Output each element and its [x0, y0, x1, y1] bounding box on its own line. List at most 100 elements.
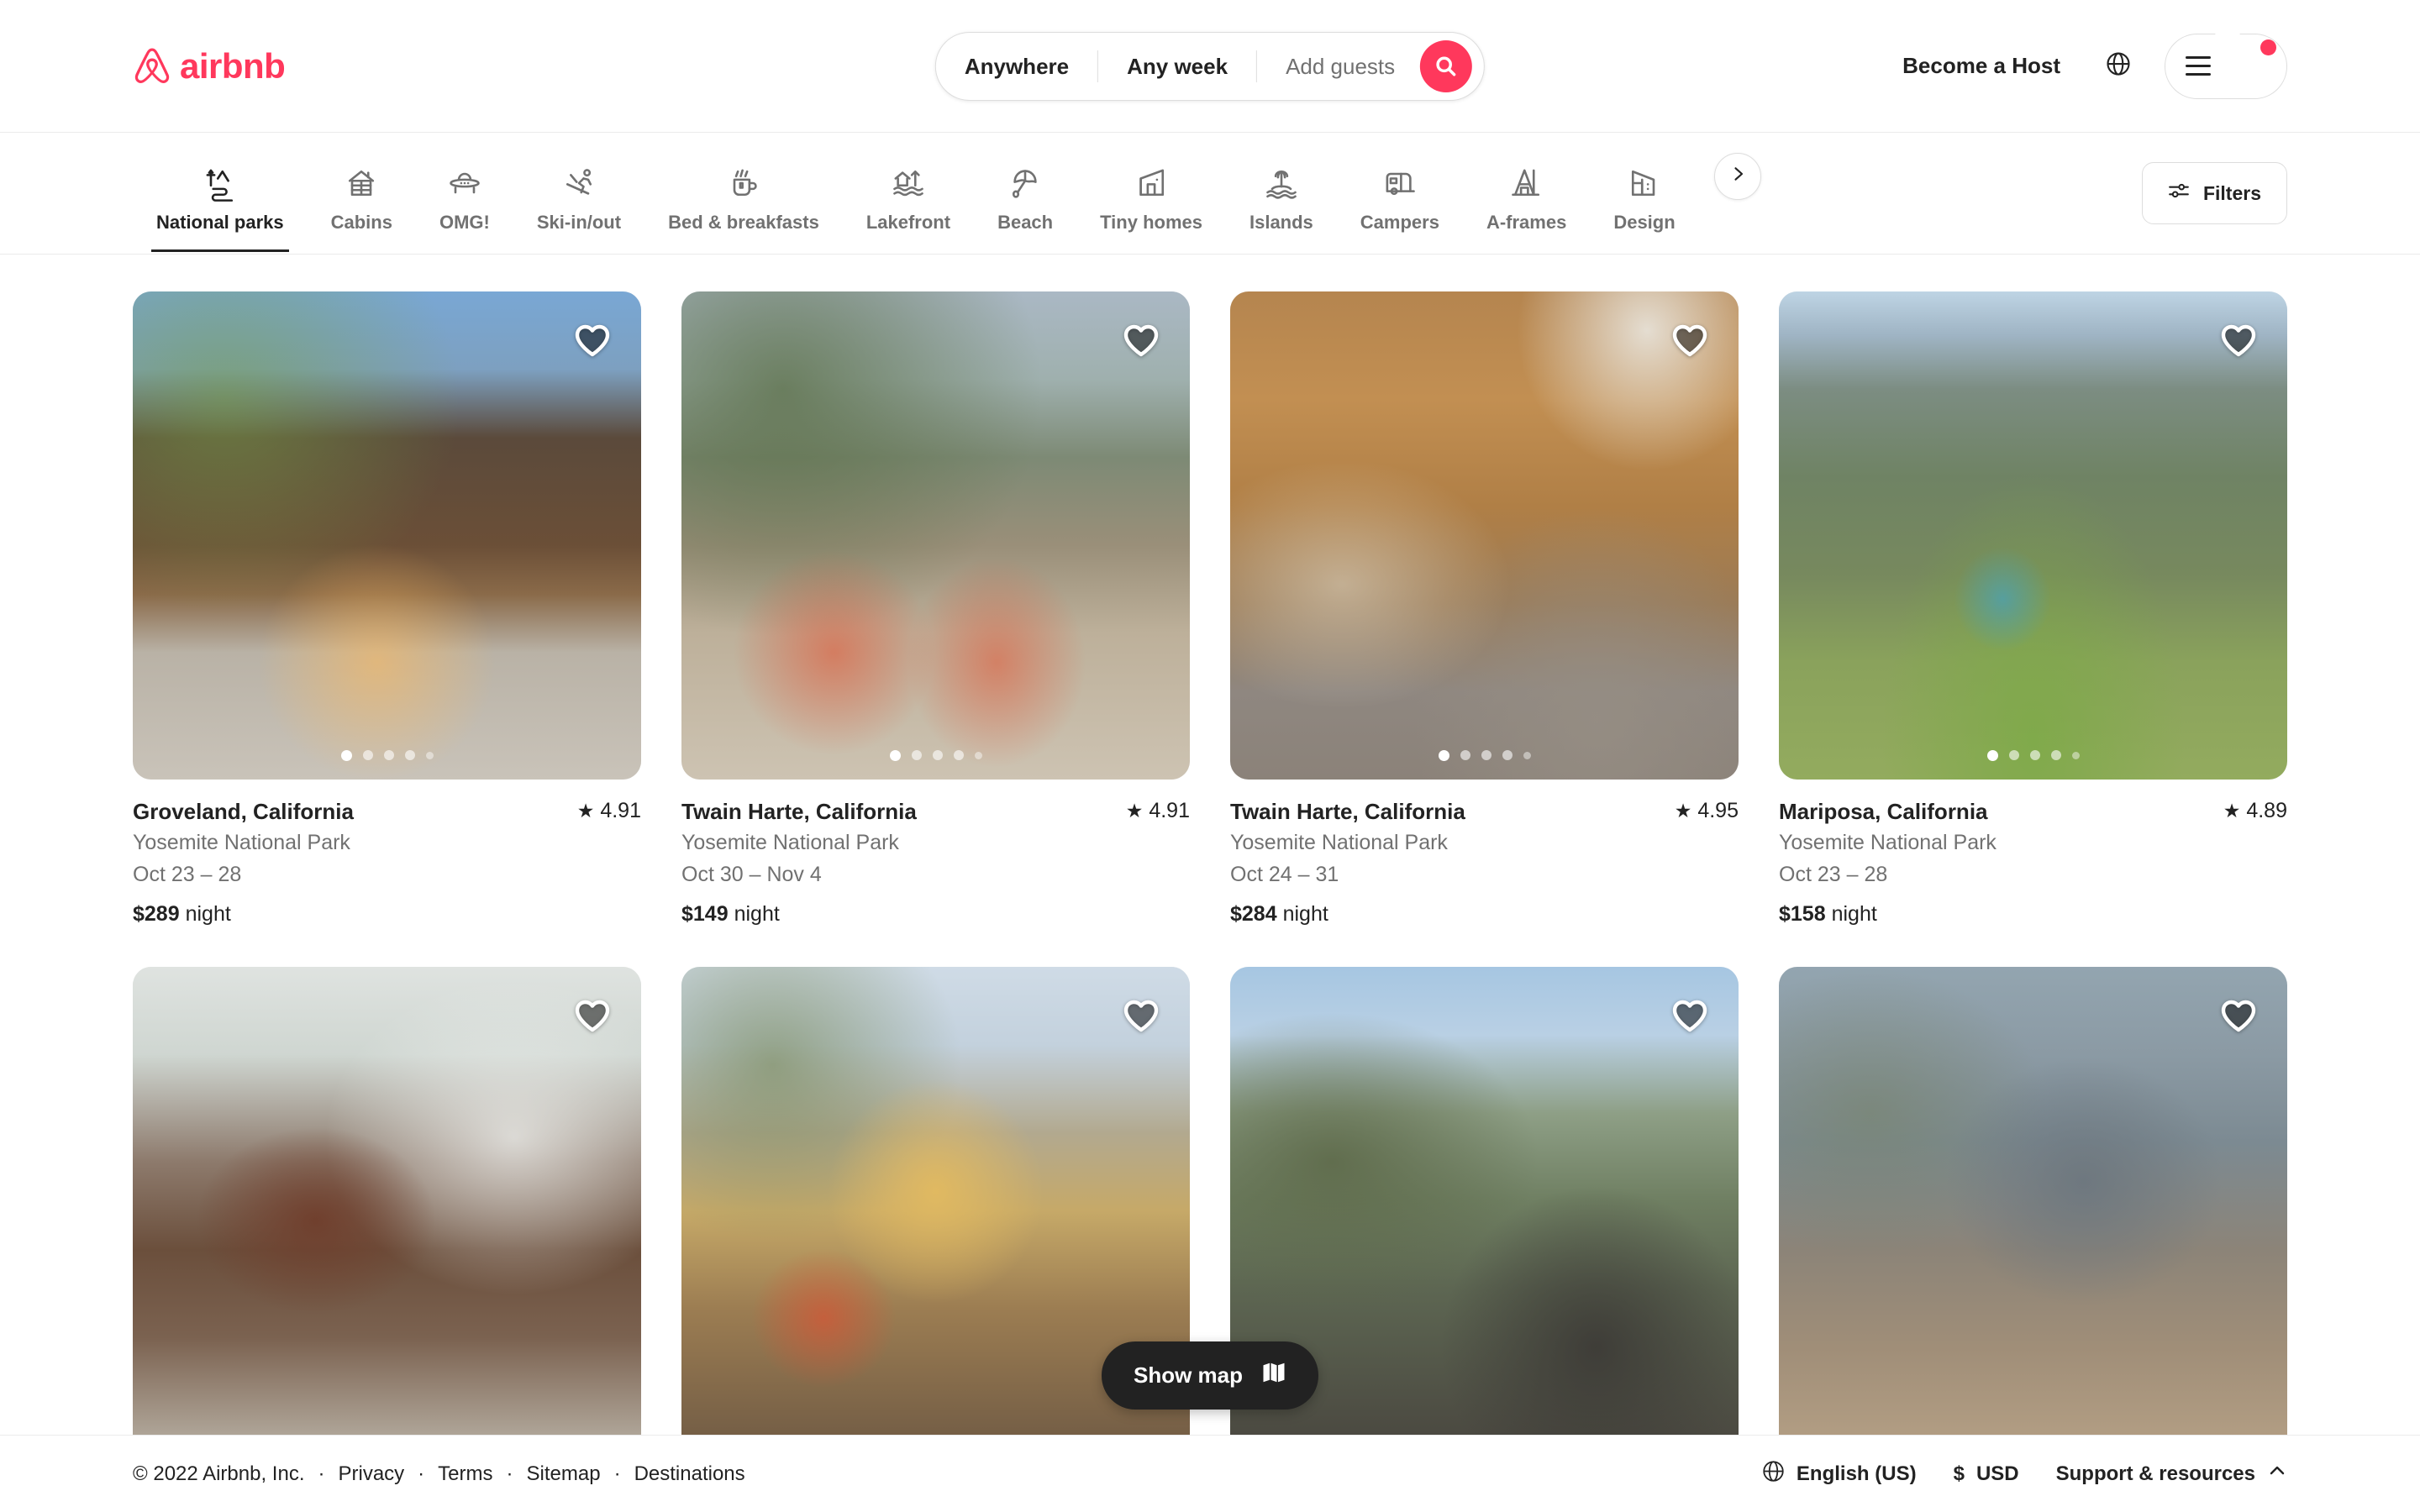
- category-a-frames[interactable]: A-frames: [1463, 153, 1590, 234]
- category-label: Cabins: [330, 211, 392, 233]
- save-to-wishlist-button[interactable]: [572, 995, 613, 1036]
- filters-button[interactable]: Filters: [2141, 162, 2287, 224]
- save-to-wishlist-button[interactable]: [1670, 995, 1710, 1036]
- category-list: National parks Cabins OMG! Ski-in/out Be…: [133, 152, 2142, 253]
- listing-photo-image: [133, 291, 641, 780]
- listing-photo[interactable]: [1779, 967, 2287, 1456]
- photo-carousel-dots[interactable]: [889, 749, 982, 761]
- lakefront-icon: [890, 165, 927, 202]
- omg-ufo-icon: [446, 165, 483, 202]
- footer-currency-button[interactable]: $ USD: [1954, 1462, 2019, 1486]
- category-tiny-homes[interactable]: Tiny homes: [1076, 153, 1226, 234]
- categories-next-button[interactable]: [1713, 152, 1761, 200]
- search-location[interactable]: Anywhere: [936, 33, 1097, 100]
- listing-rating: ★ 4.89: [2223, 798, 2287, 823]
- listing-rating: ★ 4.95: [1675, 798, 1739, 823]
- globe-icon: [2106, 51, 2131, 81]
- rating-value: 4.89: [2246, 798, 2287, 822]
- listing-dates: Oct 23 – 28: [1779, 862, 1888, 886]
- footer-link-destinations[interactable]: Destinations: [634, 1462, 745, 1486]
- star-icon: ★: [1125, 799, 1144, 822]
- user-menu-button[interactable]: [2165, 26, 2287, 99]
- show-map-button[interactable]: Show map: [1101, 1341, 1319, 1410]
- category-label: Tiny homes: [1100, 211, 1202, 233]
- category-cabins[interactable]: Cabins: [308, 153, 416, 234]
- price-amount: $284: [1230, 902, 1277, 927]
- category-label: Islands: [1249, 211, 1313, 233]
- listing-photo[interactable]: [133, 967, 641, 1456]
- search-guests[interactable]: Add guests: [1257, 33, 1420, 100]
- search-dates[interactable]: Any week: [1098, 33, 1256, 100]
- category-label: OMG!: [439, 211, 490, 233]
- avatar: [2213, 26, 2276, 90]
- save-to-wishlist-button[interactable]: [1121, 995, 1161, 1036]
- save-to-wishlist-button[interactable]: [1670, 320, 1710, 360]
- listing-details: Groveland, California ★ 4.91 Yosemite Na…: [133, 780, 641, 927]
- listing-photo[interactable]: [681, 291, 1190, 780]
- price-amount: $158: [1779, 902, 1826, 927]
- footer-support-button[interactable]: Support & resources: [2056, 1461, 2287, 1487]
- category-campers[interactable]: Campers: [1337, 153, 1463, 234]
- rating-value: 4.95: [1697, 798, 1739, 822]
- category-label: Ski-in/out: [536, 211, 622, 233]
- photo-carousel-dots[interactable]: [1986, 749, 2080, 761]
- map-icon: [1261, 1360, 1286, 1391]
- site-footer: © 2022 Airbnb, Inc. · Privacy · Terms · …: [0, 1435, 2420, 1512]
- listing-card[interactable]: Twain Harte, California ★ 4.91 Yosemite …: [681, 291, 1190, 927]
- airbnb-bellhop-logo-icon: [133, 46, 171, 87]
- listing-photo-image: [681, 291, 1190, 780]
- search-bar[interactable]: Anywhere Any week Add guests: [934, 32, 1486, 101]
- listings-area: Groveland, California ★ 4.91 Yosemite Na…: [0, 255, 2420, 1512]
- footer-currency-label: USD: [1975, 1462, 2019, 1485]
- footer-link-privacy[interactable]: Privacy: [338, 1462, 404, 1486]
- listing-card[interactable]: Twain Harte, California ★ 4.95 Yosemite …: [1230, 291, 1739, 927]
- listing-photo[interactable]: [133, 291, 641, 780]
- category-ski-in-out[interactable]: Ski-in/out: [513, 153, 644, 234]
- language-globe-button[interactable]: [2091, 39, 2146, 94]
- save-to-wishlist-button[interactable]: [1121, 320, 1161, 360]
- price-amount: $289: [133, 902, 180, 927]
- footer-language-button[interactable]: English (US): [1762, 1460, 1917, 1488]
- listing-photo-image: [1779, 291, 2287, 780]
- price-unit: night: [185, 902, 231, 927]
- listing-card[interactable]: Groveland, California ★ 4.91 Yosemite Na…: [133, 291, 641, 927]
- chevron-right-icon: [1729, 165, 1746, 186]
- footer-link-terms[interactable]: Terms: [438, 1462, 492, 1486]
- listing-card[interactable]: Mariposa, California ★ 4.89 Yosemite Nat…: [1779, 291, 2287, 927]
- save-to-wishlist-button[interactable]: [2218, 320, 2259, 360]
- heart-outline-icon: [2218, 995, 2259, 1036]
- save-to-wishlist-button[interactable]: [572, 320, 613, 360]
- category-islands[interactable]: Islands: [1226, 153, 1337, 234]
- listing-price: $284 night: [1230, 902, 1739, 927]
- footer-link-sitemap[interactable]: Sitemap: [527, 1462, 601, 1486]
- category-beach[interactable]: Beach: [974, 153, 1076, 234]
- heart-outline-icon: [2218, 320, 2259, 360]
- listing-card[interactable]: [1779, 967, 2287, 1456]
- listing-dates: Oct 23 – 28: [133, 862, 242, 886]
- camper-trailer-icon: [1381, 165, 1418, 202]
- category-design[interactable]: Design: [1590, 153, 1698, 234]
- listing-details: Mariposa, California ★ 4.89 Yosemite Nat…: [1779, 780, 2287, 927]
- listing-card[interactable]: [133, 967, 641, 1456]
- active-underline: [151, 249, 289, 253]
- category-omg[interactable]: OMG!: [416, 153, 513, 234]
- header-actions: Become a Host: [1881, 26, 2287, 99]
- become-a-host-button[interactable]: Become a Host: [1881, 34, 2082, 97]
- listing-photo[interactable]: [1230, 291, 1739, 780]
- photo-carousel-dots[interactable]: [1438, 749, 1531, 761]
- photo-carousel-dots[interactable]: [340, 749, 434, 761]
- category-lakefront[interactable]: Lakefront: [843, 153, 974, 234]
- category-bed-and-breakfasts[interactable]: Bed & breakfasts: [644, 153, 843, 234]
- save-to-wishlist-button[interactable]: [2218, 995, 2259, 1036]
- airbnb-logo[interactable]: airbnb: [133, 46, 286, 87]
- island-palm-icon: [1263, 165, 1300, 202]
- search-submit-button[interactable]: [1420, 40, 1473, 92]
- listing-rating: ★ 4.91: [577, 798, 641, 823]
- listing-photo-image: [1230, 291, 1739, 780]
- rating-value: 4.91: [600, 798, 641, 822]
- star-icon: ★: [1674, 799, 1692, 822]
- listing-title: Twain Harte, California: [681, 798, 917, 824]
- category-national-parks[interactable]: National parks: [133, 153, 308, 253]
- design-building-icon: [1626, 165, 1663, 202]
- listing-photo[interactable]: [1779, 291, 2287, 780]
